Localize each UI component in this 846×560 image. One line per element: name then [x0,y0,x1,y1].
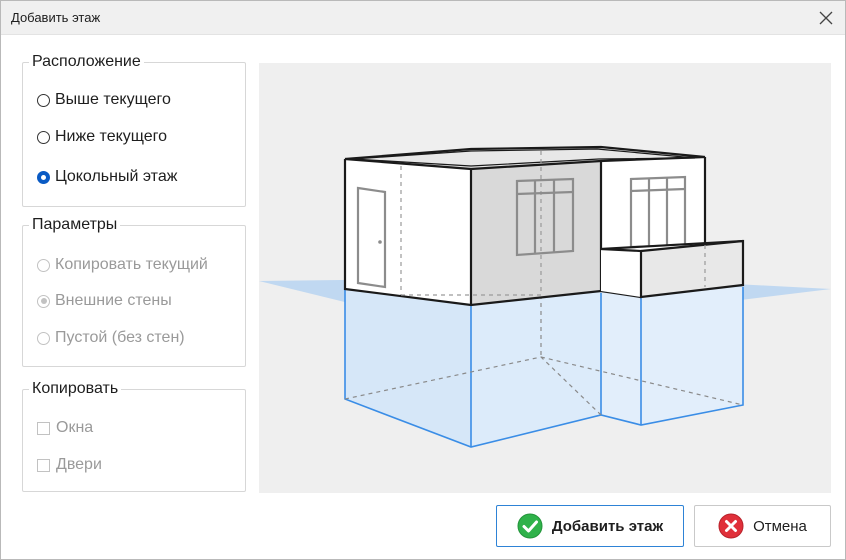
checkbox-doors[interactable]: Двери [37,455,102,475]
radio-label: Ниже текущего [55,128,168,145]
radio-below-current[interactable]: Ниже текущего [37,127,167,147]
radio-label: Цокольный этаж [55,168,178,185]
radio-copy-current[interactable]: Копировать текущий [37,255,208,275]
ok-check-icon [517,513,543,539]
checkbox-icon[interactable] [37,458,50,472]
radio-label: Выше текущего [55,91,171,108]
radio-label: Копировать текущий [55,256,208,273]
window-title: Добавить этаж [11,10,101,25]
add-floor-dialog: Добавить этаж Расположение Выше текущего… [0,0,846,560]
radio-selected-disabled-icon[interactable] [37,294,50,308]
radio-icon[interactable] [37,331,50,345]
radio-icon[interactable] [37,258,50,272]
radio-above-current[interactable]: Выше текущего [37,90,171,110]
checkbox-label: Окна [56,419,94,436]
cancel-button[interactable]: Отмена [694,505,831,547]
cancel-label: Отмена [753,517,807,535]
radio-empty-no-walls[interactable]: Пустой (без стен) [37,328,185,348]
title-bar: Добавить этаж [1,1,845,35]
radio-checked-icon[interactable] [37,170,50,184]
floor-preview-panel [259,63,831,493]
radio-basement[interactable]: Цокольный этаж [37,167,177,187]
radio-label: Внешние стены [55,292,172,309]
checkbox-windows[interactable]: Окна [37,418,93,438]
close-icon[interactable] [815,7,837,29]
checkbox-icon[interactable] [37,421,50,435]
radio-outer-walls[interactable]: Внешние стены [37,291,172,311]
copy-legend: Копировать [32,380,119,397]
radio-icon[interactable] [37,130,50,144]
cancel-x-icon [718,513,744,539]
add-floor-button[interactable]: Добавить этаж [496,505,684,547]
radio-label: Пустой (без стен) [55,329,185,346]
location-legend: Расположение [32,53,141,70]
radio-icon[interactable] [37,93,50,107]
params-legend: Параметры [32,216,118,233]
checkbox-label: Двери [56,456,102,473]
add-floor-label: Добавить этаж [551,517,664,535]
house-basement-illustration [259,145,831,448]
